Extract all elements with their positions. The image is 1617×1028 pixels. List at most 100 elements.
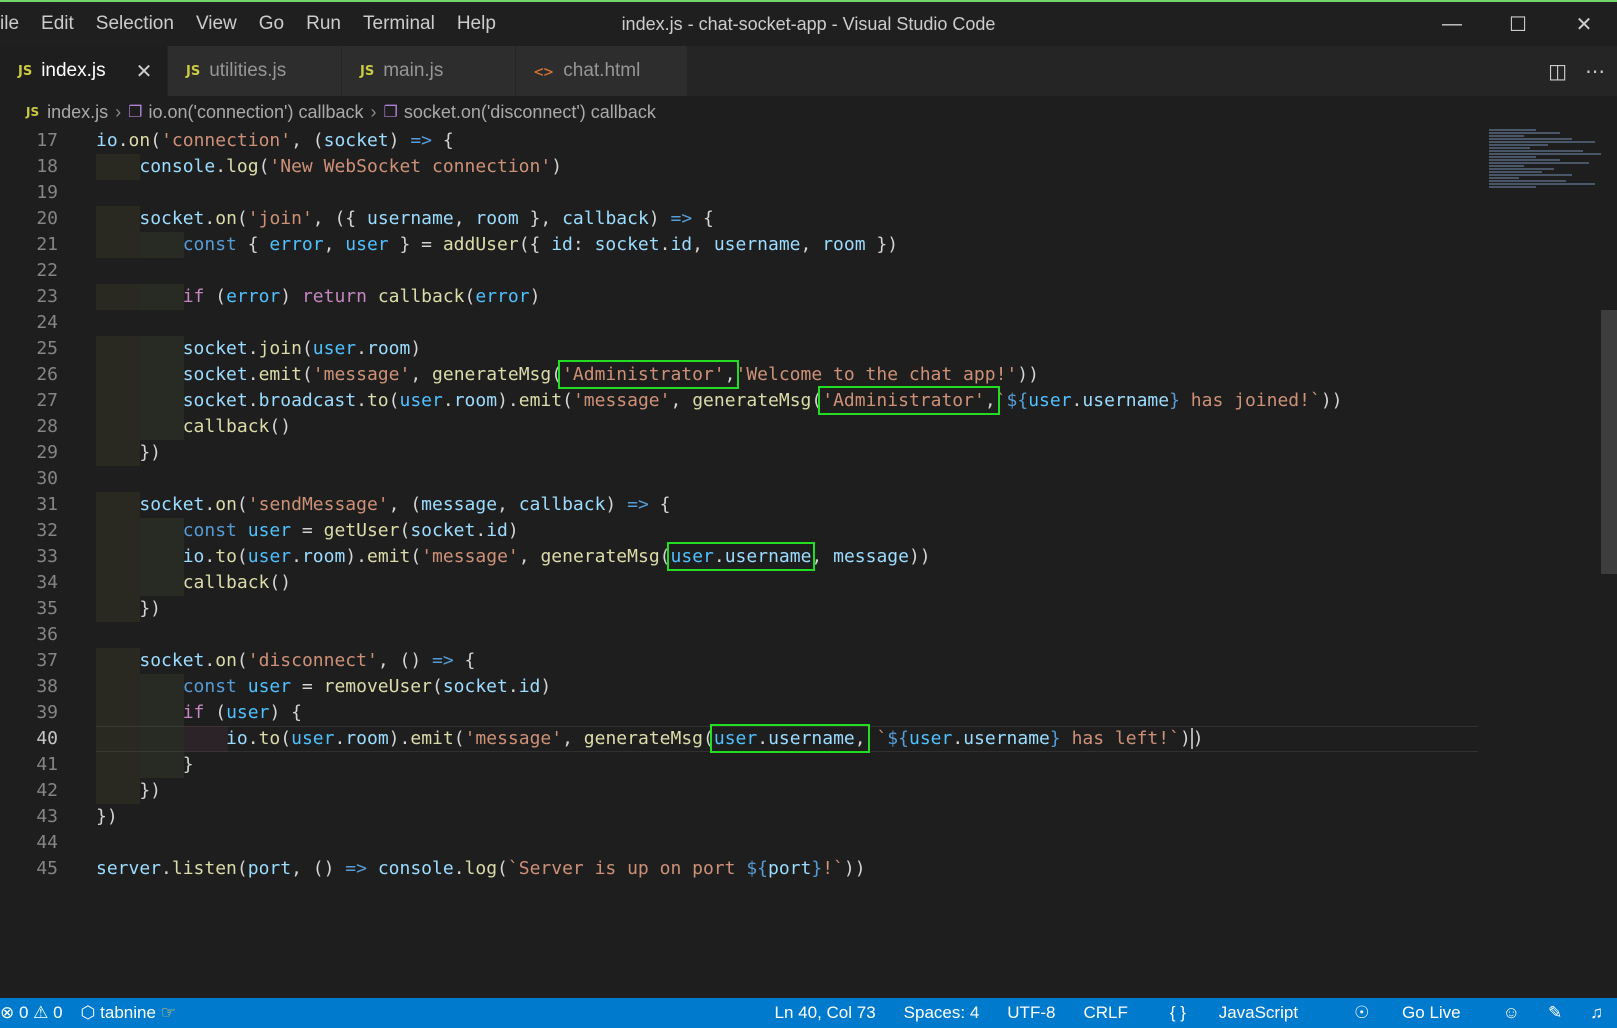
tab-index-js[interactable]: JS index.js ✕ xyxy=(0,46,168,96)
code-text: callback() xyxy=(182,572,292,593)
line-number: 27 xyxy=(36,390,58,411)
line-number: 19 xyxy=(36,182,58,203)
code-line: 27 socket.broadcast.to(user.room).emit('… xyxy=(0,386,1480,415)
code-text: socket.join(user.room) xyxy=(182,338,422,359)
cursor-position[interactable]: Ln 40, Col 73 xyxy=(761,1003,890,1023)
breadcrumb-item[interactable]: io.on('connection') callback xyxy=(148,102,363,123)
code-line: 32 const user = getUser(socket.id) xyxy=(0,518,1480,544)
line-number: 36 xyxy=(36,624,58,645)
menu-go[interactable]: Go xyxy=(248,2,295,46)
maximize-icon[interactable]: ☐ xyxy=(1485,2,1551,46)
tab-chat-html[interactable]: <> chat.html xyxy=(516,46,688,96)
code-line: 28 callback() xyxy=(0,414,1480,440)
tab-label: main.js xyxy=(383,60,444,81)
line-number: 41 xyxy=(36,754,58,775)
tab-main-js[interactable]: JS main.js xyxy=(342,46,516,96)
minimize-icon[interactable]: — xyxy=(1419,2,1485,46)
js-file-icon: JS xyxy=(26,105,40,119)
breadcrumb-item[interactable]: socket.on('disconnect') callback xyxy=(404,102,656,123)
code-line: 18 console.log('New WebSocket connection… xyxy=(0,154,1480,180)
html-file-icon: <> xyxy=(534,61,554,81)
code-line: 35 }) xyxy=(0,596,1480,622)
close-icon[interactable]: ✕ xyxy=(136,59,153,84)
code-line: 20 socket.on('join', ({ username, room }… xyxy=(0,206,1480,232)
line-number: 40 xyxy=(36,728,58,749)
language-mode[interactable]: { } JavaScript xyxy=(1142,1003,1326,1023)
problems-indicator[interactable]: ⊗ 0 ⚠ 0 xyxy=(0,1003,63,1023)
title-bar: ile Edit Selection View Go Run Terminal … xyxy=(0,0,1617,46)
encoding[interactable]: UTF-8 xyxy=(993,1003,1069,1023)
menu-view[interactable]: View xyxy=(185,2,248,46)
line-number: 22 xyxy=(36,260,58,281)
menu-terminal[interactable]: Terminal xyxy=(352,2,446,46)
broadcast-icon: ☉ xyxy=(1354,1003,1370,1022)
code-line: 19 xyxy=(0,180,1480,206)
code-text: socket.on('sendMessage', (message, callb… xyxy=(139,494,671,515)
code-line: 22 xyxy=(0,258,1480,284)
menu-file[interactable]: ile xyxy=(0,2,30,46)
js-file-icon: JS xyxy=(18,63,33,79)
line-number: 44 xyxy=(36,832,58,853)
menu-help[interactable]: Help xyxy=(446,2,507,46)
code-line: 38 const user = removeUser(socket.id) xyxy=(0,674,1480,700)
chevron-right-icon: › xyxy=(370,101,377,122)
method-icon: ❐ xyxy=(128,104,143,121)
warning-count: 0 xyxy=(53,1003,63,1022)
code-line: 29 }) xyxy=(0,440,1480,466)
indentation[interactable]: Spaces: 4 xyxy=(890,1003,994,1023)
more-actions-icon[interactable]: ⋯ xyxy=(1585,59,1605,84)
code-line: 25 socket.join(user.room) xyxy=(0,336,1480,362)
line-number: 39 xyxy=(36,702,58,723)
line-endings[interactable]: CRLF xyxy=(1069,1003,1141,1023)
code-text: const { error, user } = addUser({ id: so… xyxy=(182,234,899,255)
code-line: 33 io.to(user.room).emit('message', gene… xyxy=(0,542,1480,571)
js-file-icon: JS xyxy=(186,63,201,79)
split-editor-icon[interactable]: ◫ xyxy=(1548,59,1567,84)
code-text: server.listen(port, () => console.log(`S… xyxy=(96,858,866,879)
code-text: socket.broadcast.to(user.room).emit('mes… xyxy=(182,386,1343,415)
line-number: 23 xyxy=(36,286,58,307)
chevron-right-icon: › xyxy=(115,101,122,122)
bell-icon[interactable]: ♫ xyxy=(1576,1003,1617,1023)
line-number: 20 xyxy=(36,208,58,229)
minimap[interactable] xyxy=(1489,128,1607,228)
close-window-icon[interactable]: ✕ xyxy=(1551,2,1617,46)
code-text: io.to(user.room).emit('message', generat… xyxy=(182,542,931,571)
line-number: 24 xyxy=(36,312,58,333)
line-number: 35 xyxy=(36,598,58,619)
code-line: 30 xyxy=(0,466,1480,492)
window-controls: — ☐ ✕ xyxy=(1419,2,1617,46)
line-number: 45 xyxy=(36,858,58,879)
code-line-current: 40 io.to(user.room).emit('message', gene… xyxy=(0,724,1480,753)
tab-utilities-js[interactable]: JS utilities.js xyxy=(168,46,342,96)
code-line: 17 io.on('connection', (socket) => { xyxy=(0,128,1480,154)
menu-run[interactable]: Run xyxy=(295,2,352,46)
code-text: if (error) return callback(error) xyxy=(182,286,541,307)
tabnine-status[interactable]: ⬡ tabnine ☞ xyxy=(81,1003,176,1023)
tab-label: index.js xyxy=(41,60,106,81)
menu-edit[interactable]: Edit xyxy=(30,2,85,46)
editor-actions: ◫ ⋯ xyxy=(1548,46,1605,96)
code-text: }) xyxy=(96,598,162,619)
line-number: 21 xyxy=(36,234,58,255)
feedback-icon[interactable]: ✎ xyxy=(1534,1003,1576,1023)
line-number: 33 xyxy=(36,546,58,567)
line-number: 43 xyxy=(36,806,58,827)
vertical-scrollbar[interactable] xyxy=(1601,310,1617,574)
copilot-icon[interactable]: ☺ xyxy=(1489,1003,1534,1023)
menu-selection[interactable]: Selection xyxy=(85,2,185,46)
breadcrumb: JS index.js › ❐ io.on('connection') call… xyxy=(0,96,1617,128)
line-number: 42 xyxy=(36,780,58,801)
line-number: 34 xyxy=(36,572,58,593)
breadcrumb-file[interactable]: index.js xyxy=(47,102,108,123)
code-text: io.on('connection', (socket) => { xyxy=(96,130,454,151)
go-live-button[interactable]: ☉ Go Live xyxy=(1326,1003,1489,1023)
code-editor[interactable]: 17 io.on('connection', (socket) => { 18 c… xyxy=(0,128,1617,998)
line-number: 18 xyxy=(36,156,58,177)
code-line: 39 if (user) { xyxy=(0,700,1480,726)
code-text: socket.emit('message', generateMsg('Admi… xyxy=(182,360,1039,389)
js-file-icon: JS xyxy=(360,63,375,79)
code-text: console.log('New WebSocket connection') xyxy=(139,156,563,177)
line-number: 32 xyxy=(36,520,58,541)
line-number: 31 xyxy=(36,494,58,515)
